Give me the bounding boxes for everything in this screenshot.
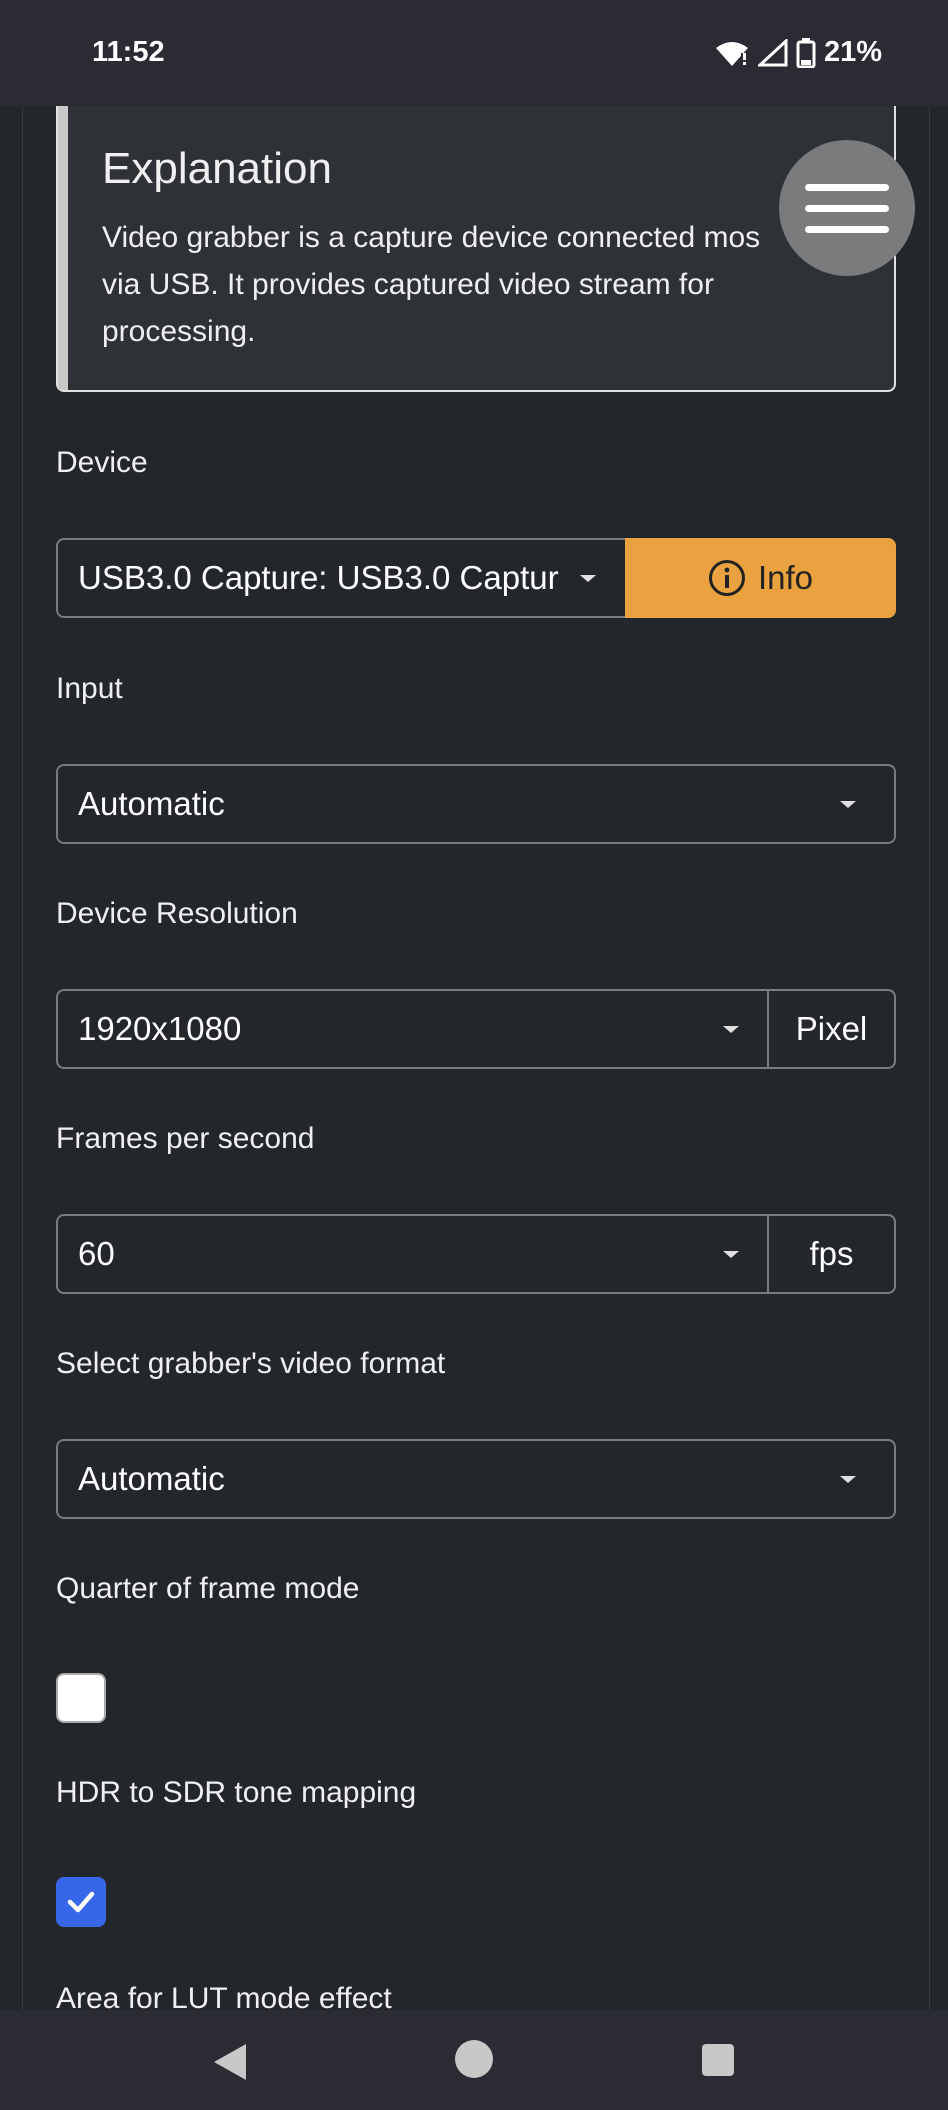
wifi-icon xyxy=(715,41,748,66)
recents-icon[interactable] xyxy=(702,2044,734,2076)
battery-percent: 21% xyxy=(823,36,882,68)
resolution-select-value: 1920x1080 xyxy=(78,1010,242,1047)
chevron-down-icon xyxy=(840,801,856,808)
chevron-down-icon xyxy=(840,1476,856,1483)
resolution-label: Device Resolution xyxy=(56,897,298,930)
info-button-label: Info xyxy=(757,559,814,596)
explanation-accent-bar xyxy=(58,106,68,390)
check-icon xyxy=(67,1891,95,1913)
info-button[interactable]: Info xyxy=(625,538,896,618)
explanation-text: Video grabber is a capture device connec… xyxy=(102,221,761,348)
format-select-value: Automatic xyxy=(78,1460,225,1497)
fps-unit: fps xyxy=(769,1214,896,1294)
chevron-down-icon xyxy=(580,575,596,582)
status-time: 11:52 xyxy=(92,36,165,68)
device-select[interactable]: USB3.0 Capture: USB3.0 Captur xyxy=(56,538,627,618)
back-icon[interactable] xyxy=(214,2044,246,2080)
navigation-bar xyxy=(0,2010,948,2110)
input-label: Input xyxy=(56,672,123,705)
status-bar: 11:52 21% xyxy=(0,0,948,106)
device-label: Device xyxy=(56,446,148,479)
status-icons: 21% xyxy=(714,36,882,69)
resolution-select[interactable]: 1920x1080 xyxy=(56,989,769,1069)
fps-label: Frames per second xyxy=(56,1122,315,1155)
resolution-unit: Pixel xyxy=(769,989,896,1069)
home-icon[interactable] xyxy=(455,2040,493,2078)
hdr-label: HDR to SDR tone mapping xyxy=(56,1776,417,1809)
signal-icon xyxy=(757,38,788,66)
lut-label: Area for LUT mode effect xyxy=(56,1982,392,2010)
chevron-down-icon xyxy=(723,1026,739,1033)
quarter-label: Quarter of frame mode xyxy=(56,1572,360,1605)
quarter-checkbox[interactable] xyxy=(56,1673,106,1723)
input-select-value: Automatic xyxy=(78,785,225,822)
input-select[interactable]: Automatic xyxy=(56,764,896,844)
explanation-box: Explanation Video grabber is a capture d… xyxy=(56,106,896,392)
format-select[interactable]: Automatic xyxy=(56,1439,896,1519)
device-select-value: USB3.0 Capture: USB3.0 Captur xyxy=(78,559,559,596)
menu-button[interactable] xyxy=(779,140,915,276)
battery-icon xyxy=(796,37,816,68)
chevron-down-icon xyxy=(723,1251,739,1258)
format-label: Select grabber's video format xyxy=(56,1347,446,1380)
fps-select[interactable]: 60 xyxy=(56,1214,769,1294)
fps-select-value: 60 xyxy=(78,1235,115,1272)
menu-icon xyxy=(805,183,889,191)
explanation-title: Explanation xyxy=(102,144,332,193)
info-icon xyxy=(708,560,745,596)
settings-panel[interactable]: Explanation Video grabber is a capture d… xyxy=(22,106,930,2010)
hdr-checkbox[interactable] xyxy=(56,1877,106,1927)
